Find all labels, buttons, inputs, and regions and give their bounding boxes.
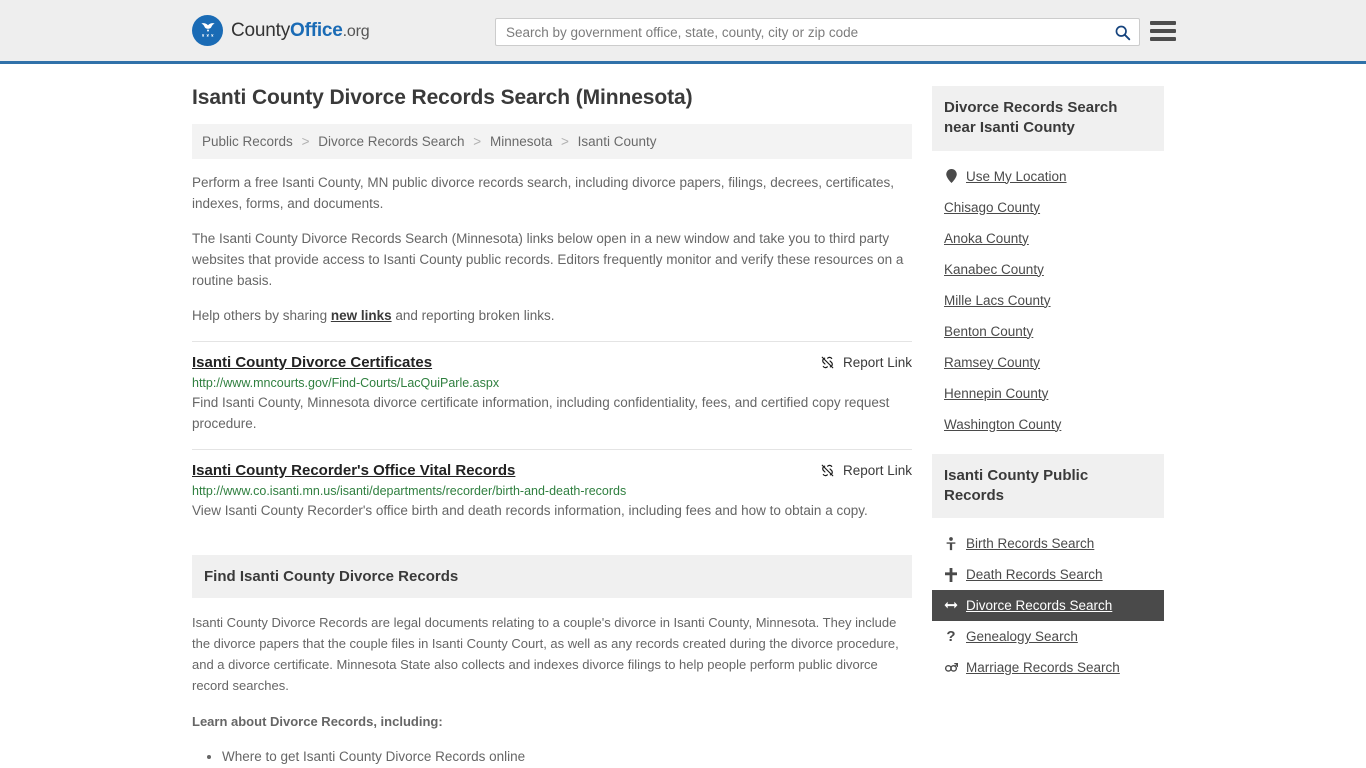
sidebar: Divorce Records Search near Isanti Count…	[932, 86, 1164, 768]
breadcrumb: Public Records > Divorce Records Search …	[192, 124, 912, 159]
breadcrumb-separator: >	[561, 134, 569, 149]
find-records-section-body: Isanti County Divorce Records are legal …	[192, 598, 912, 767]
sidebar-item-label[interactable]: Washington County	[944, 417, 1061, 432]
question-mark-icon: ?	[946, 628, 956, 645]
breadcrumb-separator: >	[301, 134, 310, 149]
broken-link-icon	[821, 356, 834, 368]
nearby-search-list: Use My Location Chisago County Anoka Cou…	[932, 151, 1164, 440]
sidebar-item-washington-county[interactable]: Washington County	[932, 409, 1164, 440]
site-logo[interactable]: CountyOffice.org	[192, 15, 370, 46]
menu-bar-3	[1150, 37, 1176, 41]
result-description: Find Isanti County, Minnesota divorce ce…	[192, 394, 890, 432]
share-prefix: Help others by sharing	[192, 307, 331, 323]
sidebar-item-label[interactable]: Hennepin County	[944, 386, 1048, 401]
menu-bar-1	[1150, 21, 1176, 25]
report-link-button[interactable]: Report Link	[820, 462, 912, 478]
share-links-paragraph: Help others by sharing new links and rep…	[192, 306, 912, 327]
public-records-heading: Isanti County Public Records	[932, 453, 1164, 518]
sidebar-item-anoka-county[interactable]: Anoka County	[932, 223, 1164, 254]
sidebar-item-label[interactable]: Anoka County	[944, 231, 1029, 246]
baby-icon	[944, 536, 958, 551]
sidebar-item-label[interactable]: Divorce Records Search	[966, 598, 1112, 613]
find-records-section-heading: Find Isanti County Divorce Records	[192, 555, 912, 599]
report-link-button[interactable]: Report Link	[820, 354, 912, 370]
map-pin-icon	[944, 169, 958, 183]
nearby-search-heading: Divorce Records Search near Isanti Count…	[932, 86, 1164, 151]
nearby-search-card: Divorce Records Search near Isanti Count…	[932, 86, 1164, 440]
share-suffix: and reporting broken links.	[391, 307, 555, 323]
page-container: Isanti County Divorce Records Search (Mi…	[0, 64, 1366, 768]
result-url: http://www.co.isanti.mn.us/isanti/depart…	[192, 483, 627, 498]
brand-part-org: .org	[342, 22, 370, 40]
sidebar-item-ramsey-county[interactable]: Ramsey County	[932, 347, 1164, 378]
sidebar-item-marriage-records-search[interactable]: Marriage Records Search	[932, 652, 1164, 683]
breadcrumb-item-minnesota[interactable]: Minnesota	[490, 134, 552, 149]
search-button[interactable]	[1105, 19, 1139, 45]
brand-part-county: County	[231, 19, 291, 41]
result-title-link[interactable]: Isanti County Divorce Certificates	[192, 354, 432, 371]
arrows-left-right-icon	[944, 600, 958, 612]
site-header: CountyOffice.org	[0, 0, 1366, 64]
report-link-label: Report Link	[842, 462, 912, 478]
learn-about-heading: Learn about Divorce Records, including:	[192, 713, 443, 729]
sidebar-item-death-records-search[interactable]: Death Records Search	[932, 559, 1164, 590]
result-title-link[interactable]: Isanti County Recorder's Office Vital Re…	[192, 462, 515, 479]
sidebar-item-hennepin-county[interactable]: Hennepin County	[932, 378, 1164, 409]
eagle-seal-icon	[192, 15, 223, 46]
public-records-list: Birth Records Search Death Records Searc…	[932, 518, 1164, 683]
intro-paragraph-2: The Isanti County Divorce Records Search…	[192, 230, 904, 288]
learn-about-list: Where to get Isanti County Divorce Recor…	[192, 746, 912, 768]
brand-wordmark: CountyOffice.org	[231, 19, 370, 42]
sidebar-item-kanabec-county[interactable]: Kanabec County	[932, 254, 1164, 285]
result-url: http://www.mncourts.gov/Find-Courts/LacQ…	[192, 375, 500, 390]
result-item: Isanti County Divorce Certificates Repor…	[192, 340, 912, 449]
sidebar-item-use-my-location[interactable]: Use My Location	[932, 161, 1164, 192]
broken-link-icon	[821, 464, 834, 477]
result-description: View Isanti County Recorder's office bir…	[192, 502, 868, 518]
search-icon	[1115, 25, 1130, 40]
brand-part-office: Office	[290, 19, 343, 41]
sidebar-item-label[interactable]: Marriage Records Search	[966, 660, 1120, 675]
cross-icon	[944, 567, 958, 582]
breadcrumb-item-isanti-county[interactable]: Isanti County	[578, 134, 657, 149]
search-input[interactable]	[496, 24, 1105, 40]
sidebar-item-chisago-county[interactable]: Chisago County	[932, 192, 1164, 223]
sidebar-item-label[interactable]: Kanabec County	[944, 262, 1044, 277]
sidebar-item-label[interactable]: Benton County	[944, 324, 1033, 339]
breadcrumb-item-public-records[interactable]: Public Records	[202, 134, 293, 149]
find-records-body-text: Isanti County Divorce Records are legal …	[192, 615, 899, 694]
page-title: Isanti County Divorce Records Search (Mi…	[192, 86, 693, 109]
menu-bar-2	[1150, 29, 1176, 33]
sidebar-item-label[interactable]: Mille Lacs County	[944, 293, 1051, 308]
list-item: Where to get Isanti County Divorce Recor…	[222, 746, 912, 768]
intro-paragraph-1: Perform a free Isanti County, MN public …	[192, 175, 895, 211]
main-column: Isanti County Divorce Records Search (Mi…	[192, 86, 912, 768]
sidebar-item-divorce-records-search[interactable]: Divorce Records Search	[932, 590, 1164, 621]
hamburger-menu-icon[interactable]	[1150, 18, 1178, 44]
public-records-card: Isanti County Public Records Birth Recor…	[932, 453, 1164, 684]
sidebar-item-benton-county[interactable]: Benton County	[932, 316, 1164, 347]
search-bar[interactable]	[495, 18, 1140, 46]
result-header: Isanti County Recorder's Office Vital Re…	[192, 462, 912, 479]
sidebar-item-mille-lacs-county[interactable]: Mille Lacs County	[932, 285, 1164, 316]
sidebar-item-label[interactable]: Chisago County	[944, 200, 1040, 215]
sidebar-item-label[interactable]: Use My Location	[966, 169, 1067, 184]
sidebar-item-label[interactable]: Death Records Search	[966, 567, 1103, 582]
breadcrumb-item-divorce-records-search[interactable]: Divorce Records Search	[318, 134, 464, 149]
gender-symbols-icon	[944, 661, 958, 674]
sidebar-item-label[interactable]: Genealogy Search	[966, 629, 1078, 644]
new-links-link[interactable]: new links	[331, 308, 392, 323]
result-item: Isanti County Recorder's Office Vital Re…	[192, 448, 912, 536]
report-link-label: Report Link	[842, 354, 912, 370]
sidebar-item-genealogy-search[interactable]: ? Genealogy Search	[932, 621, 1164, 652]
result-header: Isanti County Divorce Certificates Repor…	[192, 354, 912, 371]
sidebar-item-label[interactable]: Birth Records Search	[966, 536, 1094, 551]
sidebar-item-label[interactable]: Ramsey County	[944, 355, 1040, 370]
breadcrumb-separator: >	[473, 134, 482, 149]
sidebar-item-birth-records-search[interactable]: Birth Records Search	[932, 528, 1164, 559]
